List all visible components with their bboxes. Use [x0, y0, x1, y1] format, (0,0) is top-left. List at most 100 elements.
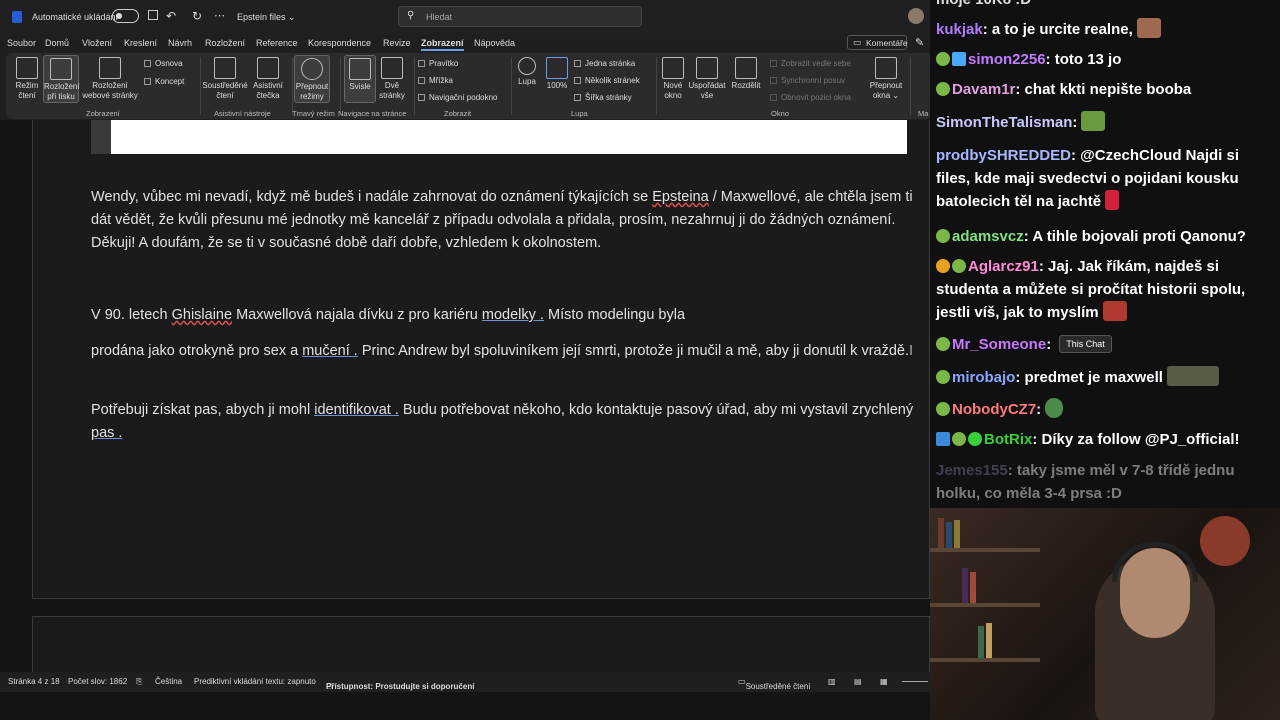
- side-by-side-button[interactable]: Zobrazit vedle sebe: [770, 59, 851, 68]
- redo-icon[interactable]: ↻: [192, 9, 202, 23]
- chat-username: prodbySHREDDED: [936, 147, 1072, 164]
- paragraph-1[interactable]: Wendy, vůbec mi nevadí, když mě budeš i …: [91, 186, 921, 255]
- embedded-image[interactable]: [91, 120, 907, 154]
- ruler-checkbox[interactable]: Pravítko: [418, 59, 458, 68]
- group-zobrazit-label: Zobrazit: [444, 109, 472, 118]
- chat-message: simon2256: toto 13 jo: [936, 48, 1276, 71]
- emote-icon: [1081, 111, 1106, 131]
- group-cut-label: Ma: [918, 109, 929, 118]
- web-layout-icon[interactable]: ▦: [880, 677, 888, 686]
- zoom-button[interactable]: Lupa: [514, 57, 540, 87]
- proofing-icon[interactable]: ⎘: [136, 677, 142, 687]
- autosave-label: Automatické ukládání: [32, 12, 119, 22]
- page-width-button[interactable]: Šířka stránky: [574, 93, 632, 102]
- nav-pane-checkbox[interactable]: Navigační podokno: [418, 93, 498, 102]
- page-count[interactable]: Stránka 4 z 18: [8, 677, 60, 686]
- word-logo-icon: [12, 11, 22, 23]
- chat-username: NobodyCZ7: [952, 401, 1037, 418]
- zoom-100-button[interactable]: 100%: [544, 57, 570, 91]
- paragraph-3[interactable]: prodána jako otrokyně pro sex a mučení .…: [91, 340, 921, 363]
- menu-navrh[interactable]: Návrh: [168, 38, 192, 48]
- undo-icon[interactable]: ↶: [166, 9, 176, 23]
- chat-username: SimonTheTalisman: [936, 114, 1073, 131]
- word-window: Automatické ukládání ↶ ↻ ⋯ Epstein files…: [0, 0, 930, 692]
- emote-icon: [1136, 18, 1161, 38]
- menu-domu[interactable]: Domů: [45, 38, 69, 48]
- reset-window-button[interactable]: Obnovit pozici okna: [770, 93, 851, 102]
- pen-icon[interactable]: ✎: [915, 36, 924, 49]
- outline-button[interactable]: Osnova: [144, 59, 183, 68]
- paragraph-4[interactable]: Potřebuji získat pas, abych ji mohl iden…: [91, 399, 921, 445]
- reading-mode-button[interactable]: Režim čtení: [12, 57, 42, 101]
- vertical-button[interactable]: Svisle: [344, 55, 376, 103]
- chat-message: Jemes155: taky jsme měl v 7-8 třídě jedn…: [936, 462, 1235, 502]
- menu-zobrazeni[interactable]: Zobrazení: [421, 38, 464, 51]
- chat-username: mirobajo: [952, 369, 1016, 386]
- read-mode-icon[interactable]: ▥: [828, 677, 836, 686]
- one-page-button[interactable]: Jedna stránka: [574, 59, 635, 68]
- menu-rozlozeni[interactable]: Rozložení: [205, 38, 245, 48]
- focus-mode[interactable]: ▭ Soustředěné čtení: [738, 677, 811, 691]
- comments-button[interactable]: ▭ Komentáře: [847, 35, 908, 50]
- word-count[interactable]: Počet slov: 1862: [68, 677, 127, 686]
- print-layout-icon[interactable]: ▤: [854, 677, 862, 686]
- search-box[interactable]: ⚲ Hledat: [398, 6, 642, 27]
- page-next[interactable]: [32, 616, 930, 676]
- menu-revize[interactable]: Revize: [383, 38, 411, 48]
- language[interactable]: Čeština: [155, 677, 182, 686]
- chat-message-partial: moje 10K8 :D: [936, 0, 1276, 11]
- print-layout-button[interactable]: Rozložení při tisku: [43, 55, 80, 103]
- badge-icon: [936, 370, 950, 384]
- menu-kresleni[interactable]: Kreslení: [124, 38, 157, 48]
- badge-icon: [936, 52, 950, 66]
- menu-korespondence[interactable]: Korespondence: [308, 38, 371, 48]
- search-placeholder: Hledat: [426, 12, 453, 22]
- menu-vlozeni[interactable]: Vložení: [82, 38, 112, 48]
- chat-message: prodbySHREDDED: @CzechCloud Najdi si fil…: [936, 147, 1239, 210]
- arrange-all-button[interactable]: Uspořádat vše: [688, 57, 726, 101]
- avatar[interactable]: [908, 8, 924, 24]
- zoom-slider[interactable]: [902, 681, 928, 682]
- immersive-reader-button[interactable]: Asistivní čtečka: [250, 57, 286, 101]
- badge-icon: [936, 229, 950, 243]
- two-pages-button[interactable]: Dvě stránky: [378, 57, 406, 101]
- text-predictions[interactable]: Prediktivní vkládání textu: zapnuto: [194, 677, 316, 686]
- chat-message: Aglarcz91: Jaj. Jak říkám, najdeš si stu…: [936, 258, 1246, 321]
- chat-username: BotRix: [984, 431, 1033, 448]
- more-icon[interactable]: ⋯: [214, 9, 225, 22]
- badge-icon: [936, 259, 950, 273]
- group-lupa-label: Lupa: [571, 109, 588, 118]
- draft-button[interactable]: Koncept: [144, 77, 184, 86]
- emote-icon: [1105, 190, 1120, 210]
- status-bar: Stránka 4 z 18 Počet slov: 1862 ⎘ Češtin…: [0, 672, 930, 692]
- save-icon[interactable]: [148, 10, 158, 20]
- chat-username: Aglarcz91: [968, 258, 1039, 275]
- chat-username: Davam1r: [952, 81, 1016, 98]
- menu-reference[interactable]: Reference: [256, 38, 298, 48]
- focus-button[interactable]: Soustředěné čtení: [202, 57, 248, 101]
- chat-message: NobodyCZ7:: [936, 398, 1276, 421]
- group-zobrazeni-label: Zobrazení: [86, 109, 120, 118]
- text-cursor: I: [909, 343, 914, 359]
- menu-napoveda[interactable]: Nápověda: [474, 38, 515, 48]
- document-area: Wendy, vůbec mi nevadí, když mě budeš i …: [0, 120, 930, 676]
- page[interactable]: Wendy, vůbec mi nevadí, když mě budeš i …: [32, 120, 930, 599]
- doc-name[interactable]: Epstein files ⌄: [237, 12, 296, 23]
- title-bar: Automatické ukládání ↶ ↻ ⋯ Epstein files…: [0, 0, 930, 34]
- menu-soubor[interactable]: Soubor: [7, 38, 36, 48]
- stream-chat: moje 10K8 :D kukjak: a to je urcite real…: [930, 0, 1280, 508]
- multiple-pages-button[interactable]: Několik stránek: [574, 76, 640, 85]
- chat-message: adamsvcz: A tihle bojovali proti Qanonu?: [936, 225, 1276, 248]
- badge-icon: [936, 337, 950, 351]
- autosave-toggle[interactable]: [112, 9, 139, 23]
- paragraph-2[interactable]: V 90. letech Ghislaine Maxwellová najala…: [91, 304, 921, 327]
- split-button[interactable]: Rozdělit: [728, 57, 764, 91]
- menu-bar: Soubor Domů Vložení Kreslení Návrh Rozlo…: [0, 34, 930, 52]
- chat-message: SimonTheTalisman:: [936, 111, 1276, 134]
- switch-windows-button[interactable]: Přepnout okna ⌄: [868, 57, 904, 101]
- switch-modes-button[interactable]: Přepnout režimy: [294, 55, 330, 103]
- sync-scroll-button[interactable]: Synchronní posuv: [770, 76, 845, 85]
- new-window-button[interactable]: Nové okno: [660, 57, 686, 101]
- web-layout-button[interactable]: Rozložení webové stránky: [80, 57, 140, 101]
- gridlines-checkbox[interactable]: Mřížka: [418, 76, 453, 85]
